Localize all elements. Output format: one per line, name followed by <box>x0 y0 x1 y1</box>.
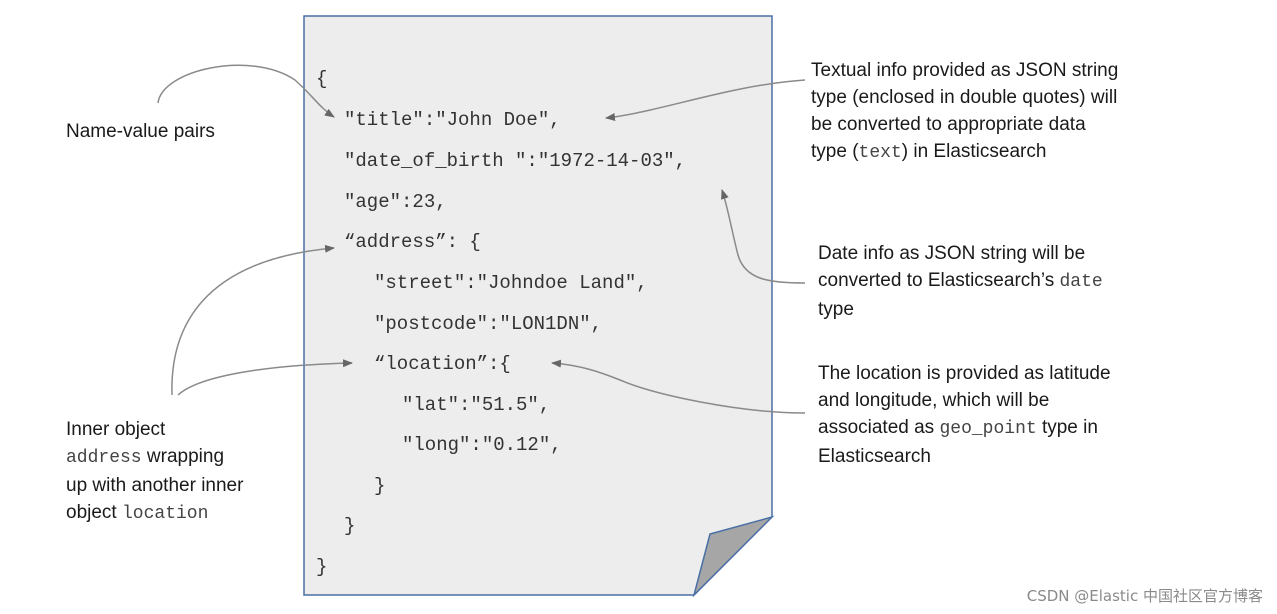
code-address-line: “address”: { <box>344 231 481 253</box>
annotation-location-line-4: Elasticsearch <box>818 446 931 467</box>
annotation-date-line-3: type <box>818 299 854 320</box>
annotation-date-code-date: date <box>1059 272 1103 292</box>
code-open-brace: { <box>316 68 328 90</box>
annotation-textual-line-4-post: ) in Elasticsearch <box>901 141 1047 162</box>
code-location-close-brace: } <box>374 475 386 497</box>
code-location-line: “location”:{ <box>374 353 511 375</box>
code-age-line: "age":23, <box>344 191 447 213</box>
annotation-textual-line-4: type (text) in Elasticsearch <box>811 138 1118 167</box>
annotation-location-line-2: and longitude, which will be <box>818 390 1050 411</box>
annotation-inner-line-4-pre: object <box>66 502 122 523</box>
annotation-date-info: Date info as JSON string will be convert… <box>818 240 1103 323</box>
annotation-name-value-text: Name-value pairs <box>66 121 215 142</box>
annotation-inner-line-3: up with another inner <box>66 475 244 496</box>
annotation-inner-object: Inner object address wrapping up with an… <box>66 416 243 528</box>
annotation-textual-line-1: Textual info provided as JSON string <box>811 60 1119 81</box>
annotation-name-value-pairs: Name-value pairs <box>66 118 215 145</box>
code-postcode-line: "postcode":"LON1DN", <box>374 313 603 335</box>
annotation-inner-line-2: address wrapping <box>66 443 243 472</box>
annotation-location-line-1: The location is provided as latitude <box>818 363 1111 384</box>
annotation-inner-code-location: location <box>121 504 209 524</box>
annotation-textual-code-text: text <box>858 143 902 163</box>
watermark: CSDN @Elastic 中国社区官方博客 <box>1026 587 1263 605</box>
annotation-date-line-2: converted to Elasticsearch’s date <box>818 267 1103 296</box>
annotation-location-line-3: associated as geo_point type in <box>818 414 1111 443</box>
annotation-textual-info: Textual info provided as JSON string typ… <box>811 57 1118 167</box>
code-outer-close-brace: } <box>316 556 328 578</box>
annotation-inner-code-address: address <box>66 448 142 468</box>
annotation-inner-line-4: object location <box>66 499 243 528</box>
code-lat-line: "lat":"51.5", <box>402 394 551 416</box>
annotation-textual-line-4-pre: type ( <box>811 141 859 162</box>
code-title-line: "title":"John Doe", <box>344 109 561 131</box>
annotation-inner-line-1: Inner object <box>66 419 166 440</box>
annotation-textual-line-3: be converted to appropriate data <box>811 114 1086 135</box>
json-document-page <box>303 15 773 596</box>
code-long-line: "long":"0.12", <box>402 434 562 456</box>
annotation-date-line-1: Date info as JSON string will be <box>818 243 1086 264</box>
annotation-location-code-geo-point: geo_point <box>939 419 1037 439</box>
annotation-inner-line-2-post: wrapping <box>141 446 225 467</box>
annotation-location-line-3-post: type in <box>1036 417 1098 438</box>
annotation-textual-line-2: type (enclosed in double quotes) will <box>811 87 1118 108</box>
code-address-close-brace: } <box>344 515 356 537</box>
annotation-location-line-3-pre: associated as <box>818 417 940 438</box>
code-date-of-birth-line: "date_of_birth ":"1972-14-03", <box>344 150 687 172</box>
annotation-date-line-2-pre: converted to Elasticsearch’s <box>818 270 1060 291</box>
code-street-line: "street":"Johndoe Land", <box>374 272 648 294</box>
annotation-location-info: The location is provided as latitude and… <box>818 360 1111 470</box>
